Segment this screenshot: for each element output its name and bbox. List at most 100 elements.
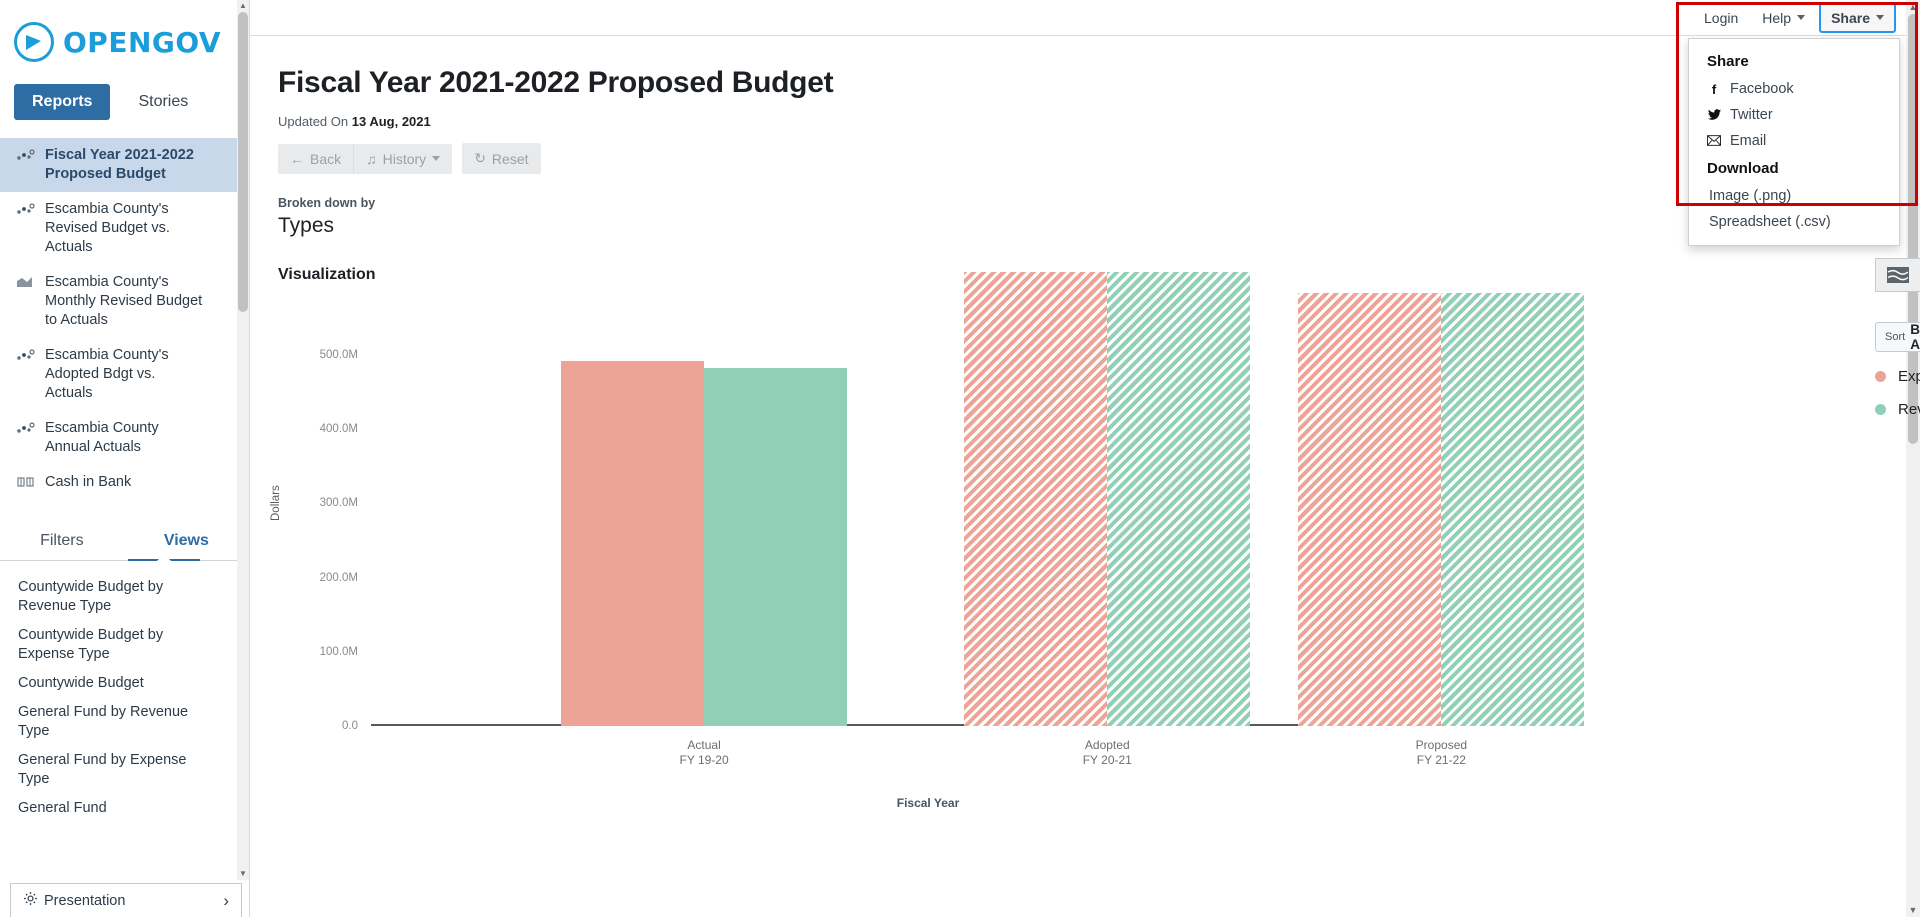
scatter-icon (16, 346, 36, 367)
scroll-down-icon[interactable]: ▼ (237, 868, 249, 880)
reset-button[interactable]: ↻ Reset (462, 143, 541, 174)
presentation-button[interactable]: Presentation › (10, 883, 242, 917)
share-twitter-label: Twitter (1730, 107, 1773, 123)
y-tick-label: 500.0M (319, 349, 358, 362)
bar-revenues[interactable] (1107, 272, 1251, 726)
filters-views-tabs: Filters Views (0, 524, 249, 561)
sidebar-item-escambia-county-annual-actuals[interactable]: Escambia County Annual Actuals (0, 411, 249, 465)
page-scrollbar[interactable]: ▲ ▼ (1906, 0, 1920, 917)
bar-group (561, 361, 848, 726)
legend-item-revenues[interactable]: Revenues (1875, 401, 1920, 418)
scroll-down-icon[interactable]: ▼ (1906, 903, 1920, 917)
chevron-down-icon (1876, 15, 1884, 20)
sidebar-scrollbar[interactable]: ▲ ▼ (237, 0, 249, 880)
bar-group (1298, 292, 1585, 726)
area-chart-icon (16, 273, 36, 294)
download-image-item[interactable]: Image (.png) (1689, 183, 1899, 209)
y-tick-label: 300.0M (319, 497, 358, 510)
tab-reports[interactable]: Reports (14, 84, 111, 120)
share-email-label: Email (1730, 133, 1767, 149)
main-content: Fiscal Year 2021-2022 Proposed Budget Up… (250, 36, 1920, 917)
x-tick-line: FY 21-22 (1416, 753, 1466, 767)
bar-revenues[interactable] (1441, 292, 1585, 726)
page-title: Fiscal Year 2021-2022 Proposed Budget (278, 66, 834, 99)
gear-icon (23, 891, 38, 910)
x-tick-line: Proposed (1415, 738, 1468, 752)
sort-value-label: By Chart of Accounts (1910, 322, 1920, 352)
share-menu-button[interactable]: Share (1819, 2, 1896, 33)
top-navigation-bar: Login Help Share (250, 0, 1906, 36)
active-tab-caret-icon (157, 554, 171, 561)
sidebar-scrollbar-thumb[interactable] (238, 12, 248, 312)
sort-dropdown[interactable]: Sort By Chart of Accounts (1875, 322, 1920, 352)
sidebar-item-cash-in-bank[interactable]: Cash in Bank (0, 465, 249, 502)
help-menu-button[interactable]: Help (1752, 4, 1815, 32)
view-item-countywide-budget-by-expense-type[interactable]: Countywide Budget by Expense Type (0, 621, 215, 669)
back-history-group: ← Back ♫ History (278, 143, 453, 174)
bar-expenses[interactable] (1298, 292, 1442, 726)
legend-item-expenses[interactable]: Expenses (1875, 368, 1920, 385)
y-tick-label: 100.0M (319, 645, 358, 658)
share-twitter-item[interactable]: Twitter (1689, 102, 1899, 128)
chart-legend: Expenses Revenues (1875, 368, 1920, 434)
bar-revenues[interactable] (704, 368, 848, 726)
updated-on-text: Updated On 13 Aug, 2021 (250, 100, 1906, 129)
scroll-up-icon[interactable]: ▲ (1906, 0, 1920, 14)
chevron-down-icon (1797, 15, 1806, 20)
share-facebook-label: Facebook (1730, 81, 1794, 97)
login-button[interactable]: Login (1694, 4, 1748, 32)
share-dropdown-menu: Share f Facebook Twitter Email Download … (1688, 38, 1900, 246)
bar-expenses[interactable] (964, 272, 1108, 726)
reset-icon: ↻ (474, 150, 486, 166)
brand-logo[interactable]: OPENGOV (0, 0, 249, 62)
sidebar-item-fiscal-year-2021-2022-proposed-budget[interactable]: Fiscal Year 2021-2022 Proposed Budget (0, 138, 249, 192)
updated-date: 13 Aug, 2021 (351, 114, 431, 129)
view-item-general-fund[interactable]: General Fund (0, 794, 215, 823)
broken-down-by-value[interactable]: Types (250, 210, 1906, 238)
scatter-icon (16, 419, 36, 440)
chevron-down-icon (432, 156, 441, 161)
sidebar-item-escambia-countys-monthly-revised-budget-to-actuals[interactable]: Escambia County's Monthly Revised Budget… (0, 265, 249, 338)
email-icon (1707, 134, 1721, 149)
back-label: Back (310, 150, 342, 167)
sidebar-item-escambia-countys-adopted-bdgt-vs-actuals[interactable]: Escambia County's Adopted Bdgt vs. Actua… (0, 338, 249, 411)
action-button-row: ← Back ♫ History ↻ Reset (250, 129, 1906, 174)
back-button[interactable]: ← Back (278, 143, 354, 174)
bar-group (964, 272, 1251, 726)
sort-prefix-label: Sort (1885, 331, 1906, 343)
tab-filters[interactable]: Filters (36, 524, 88, 560)
x-tick-line: Adopted (1084, 738, 1130, 752)
chevron-right-icon: › (223, 890, 229, 910)
scatter-icon (16, 146, 36, 167)
sidebar-item-label: Escambia County's Monthly Revised Budget… (45, 274, 203, 328)
history-button[interactable]: ♫ History (353, 143, 453, 174)
view-item-countywide-budget[interactable]: Countywide Budget (0, 669, 215, 698)
legend-label: Expenses (1898, 368, 1920, 385)
bar-expenses[interactable] (561, 361, 705, 726)
sidebar-item-label: Escambia County's Revised Budget vs. Act… (45, 201, 170, 255)
download-spreadsheet-item[interactable]: Spreadsheet (.csv) (1689, 209, 1899, 235)
updated-prefix: Updated On (278, 114, 349, 129)
report-list: Fiscal Year 2021-2022 Proposed Budget Es… (0, 138, 249, 502)
share-email-item[interactable]: Email (1689, 128, 1899, 154)
area-chart-icon[interactable] (1875, 258, 1920, 292)
view-item-general-fund-by-expense-type[interactable]: General Fund by Expense Type (0, 746, 215, 794)
sidebar-item-escambia-countys-revised-budget-vs-actuals[interactable]: Escambia County's Revised Budget vs. Act… (0, 192, 249, 265)
reports-stories-tabs: Reports Stories (0, 62, 249, 120)
y-tick-label: 200.0M (319, 571, 358, 584)
views-list: Countywide Budget by Revenue Type County… (0, 561, 249, 823)
sidebar: OPENGOV Reports Stories Fiscal Year 2021… (0, 0, 250, 917)
x-tick-label: Adopted FY 20-21 (957, 738, 1257, 768)
scroll-up-icon[interactable]: ▲ (237, 0, 249, 12)
share-facebook-item[interactable]: f Facebook (1689, 76, 1899, 102)
x-tick-line: FY 20-21 (1082, 753, 1132, 767)
broken-down-by-label: Broken down by (278, 196, 376, 210)
x-tick-line: FY 19-20 (679, 753, 729, 767)
tab-stories[interactable]: Stories (120, 84, 206, 120)
legend-label: Revenues (1898, 401, 1920, 418)
view-item-countywide-budget-by-revenue-type[interactable]: Countywide Budget by Revenue Type (0, 573, 215, 621)
bar-chart: Dollars 500.0M 400.0M 300.0M 200.0M 100.0M 0.… (270, 272, 1585, 810)
scatter-icon (16, 200, 36, 221)
view-item-general-fund-by-revenue-type[interactable]: General Fund by Revenue Type (0, 698, 215, 746)
twitter-icon (1707, 108, 1721, 123)
